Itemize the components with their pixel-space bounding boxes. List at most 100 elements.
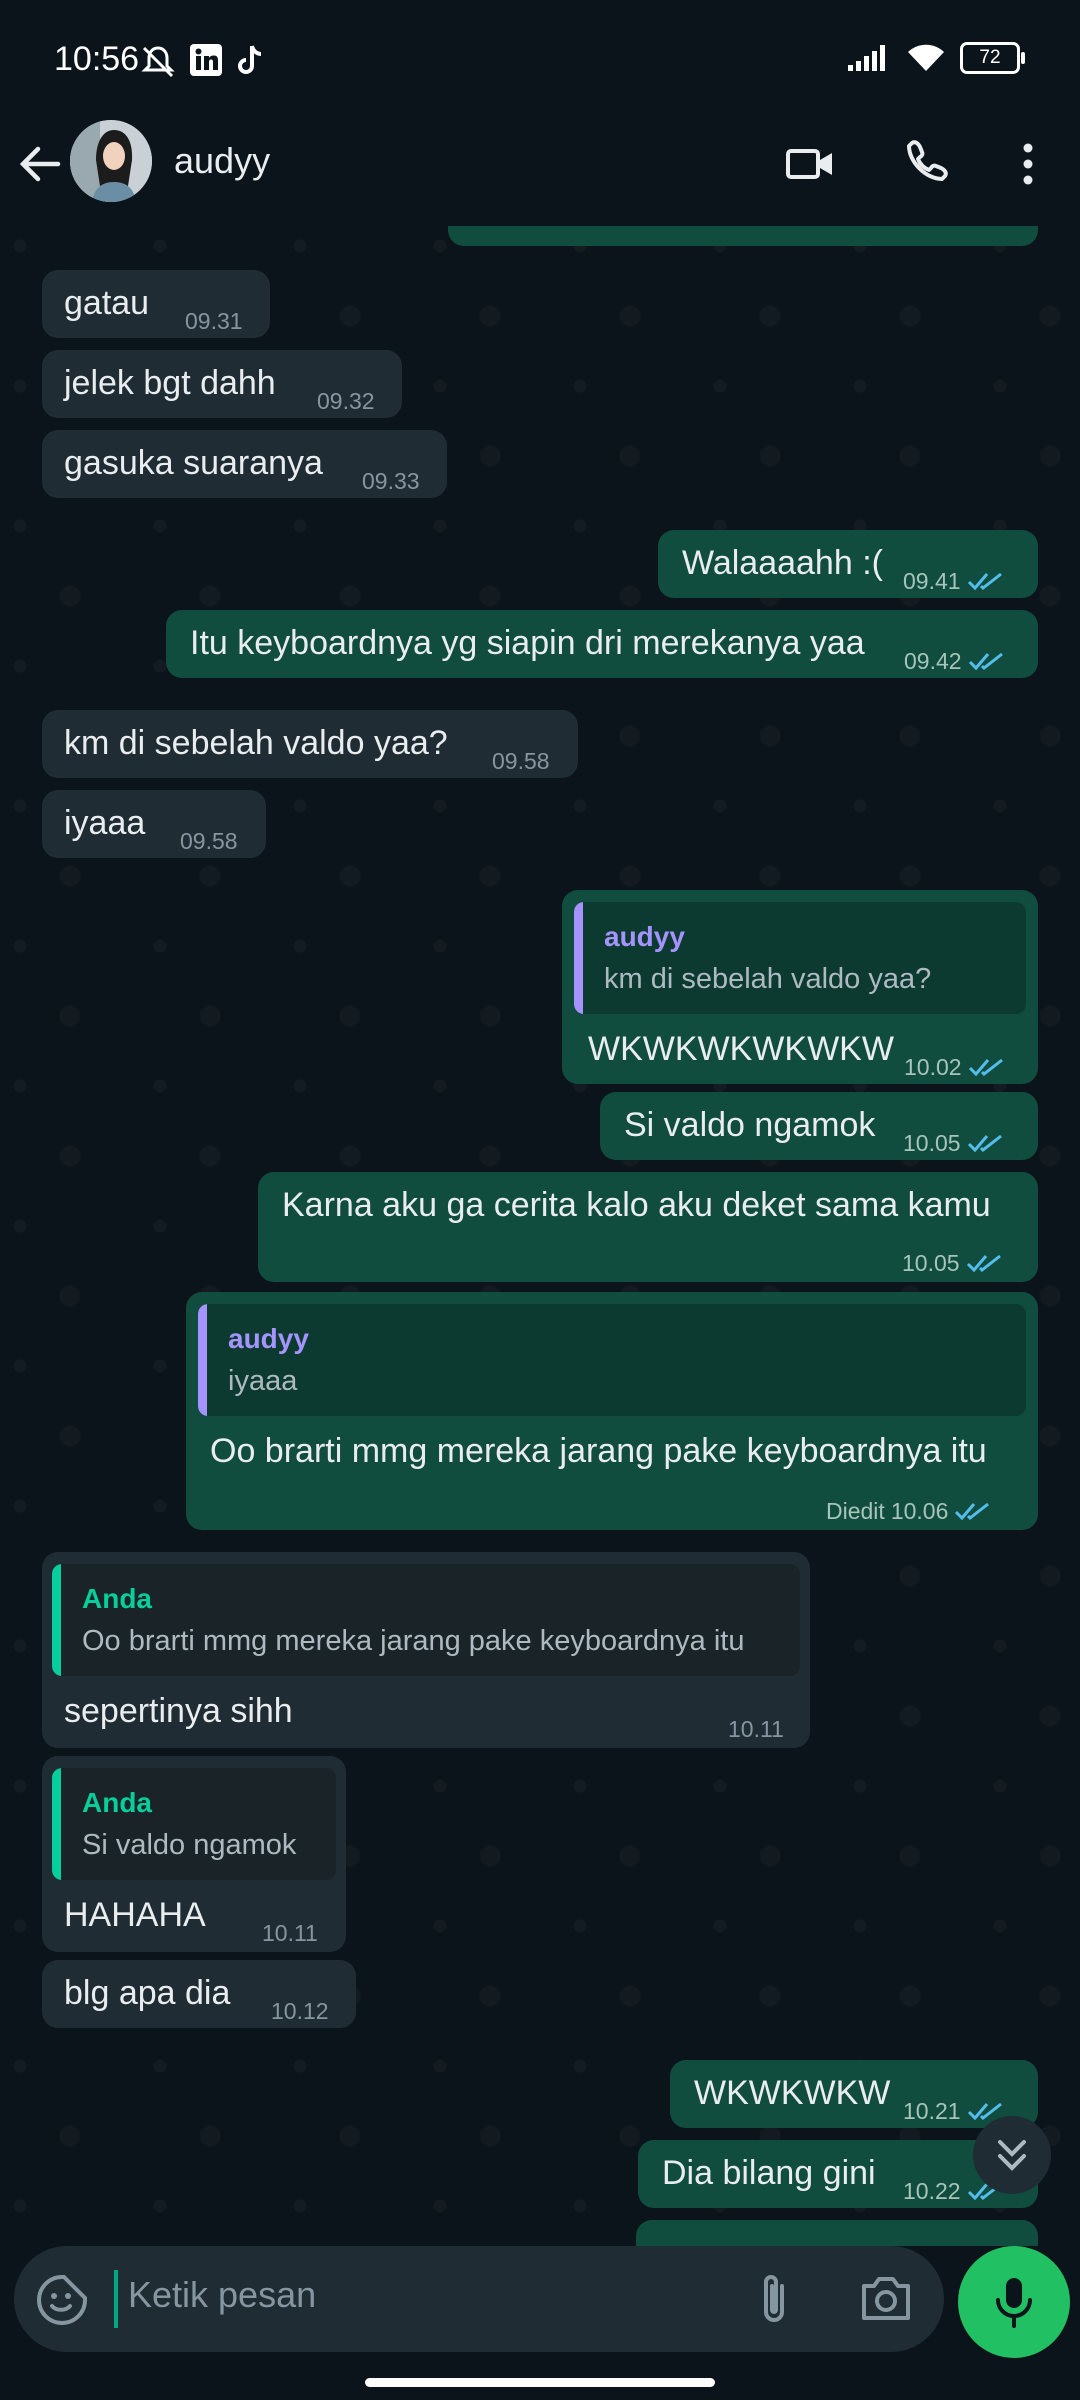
- message-text: Itu keyboardnya yg siapin dri merekanya …: [190, 624, 865, 662]
- message-meta: 10.05: [902, 1242, 1006, 1284]
- signal-icon: [848, 45, 885, 71]
- avatar-photo-icon: [70, 120, 152, 202]
- message-meta: 10.02: [904, 1046, 1008, 1088]
- message-time: 09.58: [492, 748, 550, 774]
- double-chevron-down-icon: [998, 2140, 1026, 2171]
- message-text: Dia bilang gini: [662, 2154, 876, 2192]
- message-incoming[interactable]: iyaaa 09.58: [42, 790, 266, 858]
- message-time: 10.06: [890, 1498, 949, 1524]
- message-time: 10.02: [904, 1054, 962, 1080]
- quote-author: Anda: [82, 1787, 152, 1818]
- contact-name[interactable]: audyy: [174, 140, 270, 182]
- read-receipt-icon: [967, 572, 1002, 591]
- message-meta: 10.05: [903, 1122, 1007, 1164]
- message-outgoing[interactable]: Walaaaahh :( 09.41: [658, 530, 1038, 598]
- read-receipt-icon: [967, 1134, 1002, 1153]
- message-incoming-reply[interactable]: Anda Si valdo ngamok HAHAHA 10.11: [42, 1756, 346, 1952]
- message-text: gatau: [64, 284, 150, 322]
- video-call-icon[interactable]: [780, 134, 840, 194]
- message-text: km di sebelah valdo yaa?: [64, 724, 448, 762]
- message-incoming-reply[interactable]: Anda Oo brarti mmg mereka jarang pake ke…: [42, 1552, 810, 1748]
- message-time: 10.11: [728, 1716, 784, 1742]
- message-time: 10.05: [903, 1130, 961, 1156]
- avatar[interactable]: [70, 120, 152, 202]
- message-input[interactable]: Ketik pesan: [128, 2274, 316, 2316]
- voice-call-icon[interactable]: [896, 134, 956, 194]
- attachment-paperclip-icon[interactable]: [750, 2268, 798, 2330]
- message-meta: 09.42: [904, 640, 1008, 682]
- message-outgoing[interactable]: Itu keyboardnya yg siapin dri merekanya …: [166, 610, 1038, 678]
- message-incoming[interactable]: blg apa dia 10.12: [42, 1960, 356, 2028]
- microphone-icon: [996, 2278, 1032, 2328]
- battery-indicator: 72: [960, 42, 1025, 74]
- muted-bell-icon: [141, 46, 175, 78]
- message-outgoing-reply[interactable]: audyy km di sebelah valdo yaa? WKWKWKWKW…: [562, 890, 1038, 1084]
- chat-area[interactable]: gatau 09.31 jelek bgt dahh 09.32 gasuka …: [0, 226, 1080, 2246]
- chat-header: audyy: [0, 120, 1080, 227]
- home-indicator[interactable]: [365, 2378, 715, 2387]
- message-time: 09.42: [904, 648, 962, 674]
- quoted-message[interactable]: audyy km di sebelah valdo yaa?: [574, 902, 1026, 1014]
- quoted-message[interactable]: audyy iyaaa: [198, 1304, 1026, 1416]
- quote-author: audyy: [604, 921, 685, 952]
- quote-text: km di sebelah valdo yaa?: [604, 963, 932, 995]
- message-text: Si valdo ngamok: [624, 1106, 876, 1144]
- message-meta: 09.41: [903, 560, 1007, 602]
- message-text: WKWKWKW: [694, 2074, 891, 2112]
- quote-text: iyaaa: [228, 1365, 298, 1397]
- message-text: blg apa dia: [64, 1974, 231, 2012]
- quote-author: audyy: [228, 1323, 309, 1354]
- message-incoming[interactable]: jelek bgt dahh 09.32: [42, 350, 402, 418]
- message-time: 09.41: [903, 568, 961, 594]
- message-time: 09.33: [362, 468, 420, 494]
- battery-level: 72: [979, 47, 1001, 68]
- read-receipt-icon: [955, 1502, 990, 1521]
- status-icons: [138, 42, 268, 82]
- message-text: HAHAHA: [64, 1896, 206, 1934]
- message-time: 10.22: [903, 2178, 961, 2204]
- status-right: 72: [846, 42, 1025, 74]
- message-text: iyaaa: [64, 804, 146, 842]
- quoted-message[interactable]: Anda Si valdo ngamok: [52, 1768, 336, 1880]
- message-time: 10.11: [262, 1920, 318, 1946]
- quote-text: Oo brarti mmg mereka jarang pake keyboar…: [82, 1625, 745, 1657]
- scroll-to-bottom-button[interactable]: [973, 2116, 1051, 2194]
- message-bubble-partial: [636, 2220, 1038, 2246]
- quote-text: Si valdo ngamok: [82, 1829, 297, 1861]
- message-incoming[interactable]: gatau 09.31: [42, 270, 270, 338]
- message-text: gasuka suaranya: [64, 444, 323, 482]
- message-bubble-partial: [448, 226, 1038, 246]
- message-text: Karna aku ga cerita kalo aku deket sama …: [282, 1186, 991, 1224]
- quote-bar: [52, 1768, 61, 1880]
- voice-message-button[interactable]: [958, 2246, 1070, 2358]
- sticker-emoji-icon[interactable]: [34, 2272, 90, 2328]
- read-receipt-icon: [968, 1058, 1003, 1077]
- message-outgoing[interactable]: Si valdo ngamok 10.05: [600, 1092, 1038, 1160]
- status-bar: 10:56 72: [0, 0, 1080, 120]
- message-time: 09.32: [317, 388, 375, 414]
- composer-bar: Ketik pesan: [0, 2246, 1080, 2400]
- message-input-box[interactable]: Ketik pesan: [14, 2246, 944, 2352]
- message-time: 10.05: [902, 1250, 960, 1276]
- message-outgoing[interactable]: Karna aku ga cerita kalo aku deket sama …: [258, 1172, 1038, 1282]
- message-outgoing-reply[interactable]: audyy iyaaa Oo brarti mmg mereka jarang …: [186, 1292, 1038, 1530]
- message-incoming[interactable]: km di sebelah valdo yaa? 09.58: [42, 710, 578, 778]
- quote-bar: [574, 902, 583, 1014]
- read-receipt-icon: [968, 652, 1003, 671]
- message-text: Oo brarti mmg mereka jarang pake keyboar…: [210, 1432, 987, 1470]
- message-text: Walaaaahh :(: [682, 544, 883, 582]
- more-options-icon[interactable]: [1000, 134, 1056, 194]
- clock: 10:56: [54, 40, 140, 78]
- message-text: WKWKWKWKWKW: [588, 1030, 894, 1068]
- camera-icon[interactable]: [856, 2270, 916, 2328]
- quoted-message[interactable]: Anda Oo brarti mmg mereka jarang pake ke…: [52, 1564, 800, 1676]
- quote-author: Anda: [82, 1583, 152, 1614]
- message-time: 10.21: [903, 2098, 961, 2124]
- linkedin-icon: [190, 44, 222, 76]
- back-arrow-icon[interactable]: [14, 138, 66, 190]
- message-incoming[interactable]: gasuka suaranya 09.33: [42, 430, 447, 498]
- message-text: sepertinya sihh: [64, 1692, 293, 1730]
- wifi-icon: [908, 44, 944, 71]
- tiktok-icon: [238, 45, 262, 74]
- message-time: 10.12: [271, 1998, 329, 2024]
